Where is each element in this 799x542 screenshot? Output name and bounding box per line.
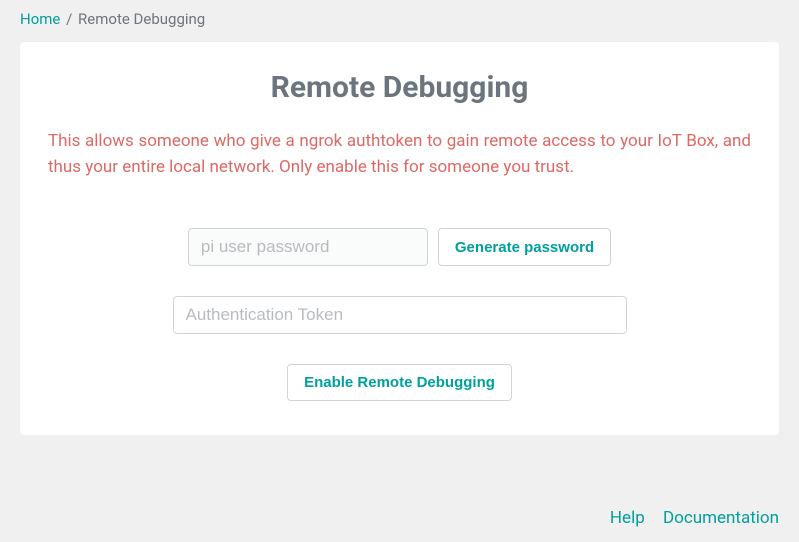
documentation-link[interactable]: Documentation <box>663 508 779 528</box>
breadcrumb: Home / Remote Debugging <box>0 0 799 42</box>
pi-password-input[interactable] <box>188 228 428 266</box>
generate-password-button[interactable]: Generate password <box>438 228 611 266</box>
main-card: Remote Debugging This allows someone who… <box>20 42 779 435</box>
warning-text: This allows someone who give a ngrok aut… <box>48 129 751 180</box>
page-title: Remote Debugging <box>48 70 751 105</box>
token-row <box>48 296 751 334</box>
breadcrumb-current: Remote Debugging <box>78 10 205 28</box>
form-container: Generate password Enable Remote Debuggin… <box>48 228 751 401</box>
password-row: Generate password <box>48 228 751 266</box>
breadcrumb-separator: / <box>66 10 72 28</box>
enable-row: Enable Remote Debugging <box>48 364 751 401</box>
enable-remote-debugging-button[interactable]: Enable Remote Debugging <box>287 364 512 401</box>
footer-links: Help Documentation <box>596 508 779 528</box>
breadcrumb-home-link[interactable]: Home <box>20 10 60 28</box>
help-link[interactable]: Help <box>610 508 645 528</box>
auth-token-input[interactable] <box>173 296 627 334</box>
